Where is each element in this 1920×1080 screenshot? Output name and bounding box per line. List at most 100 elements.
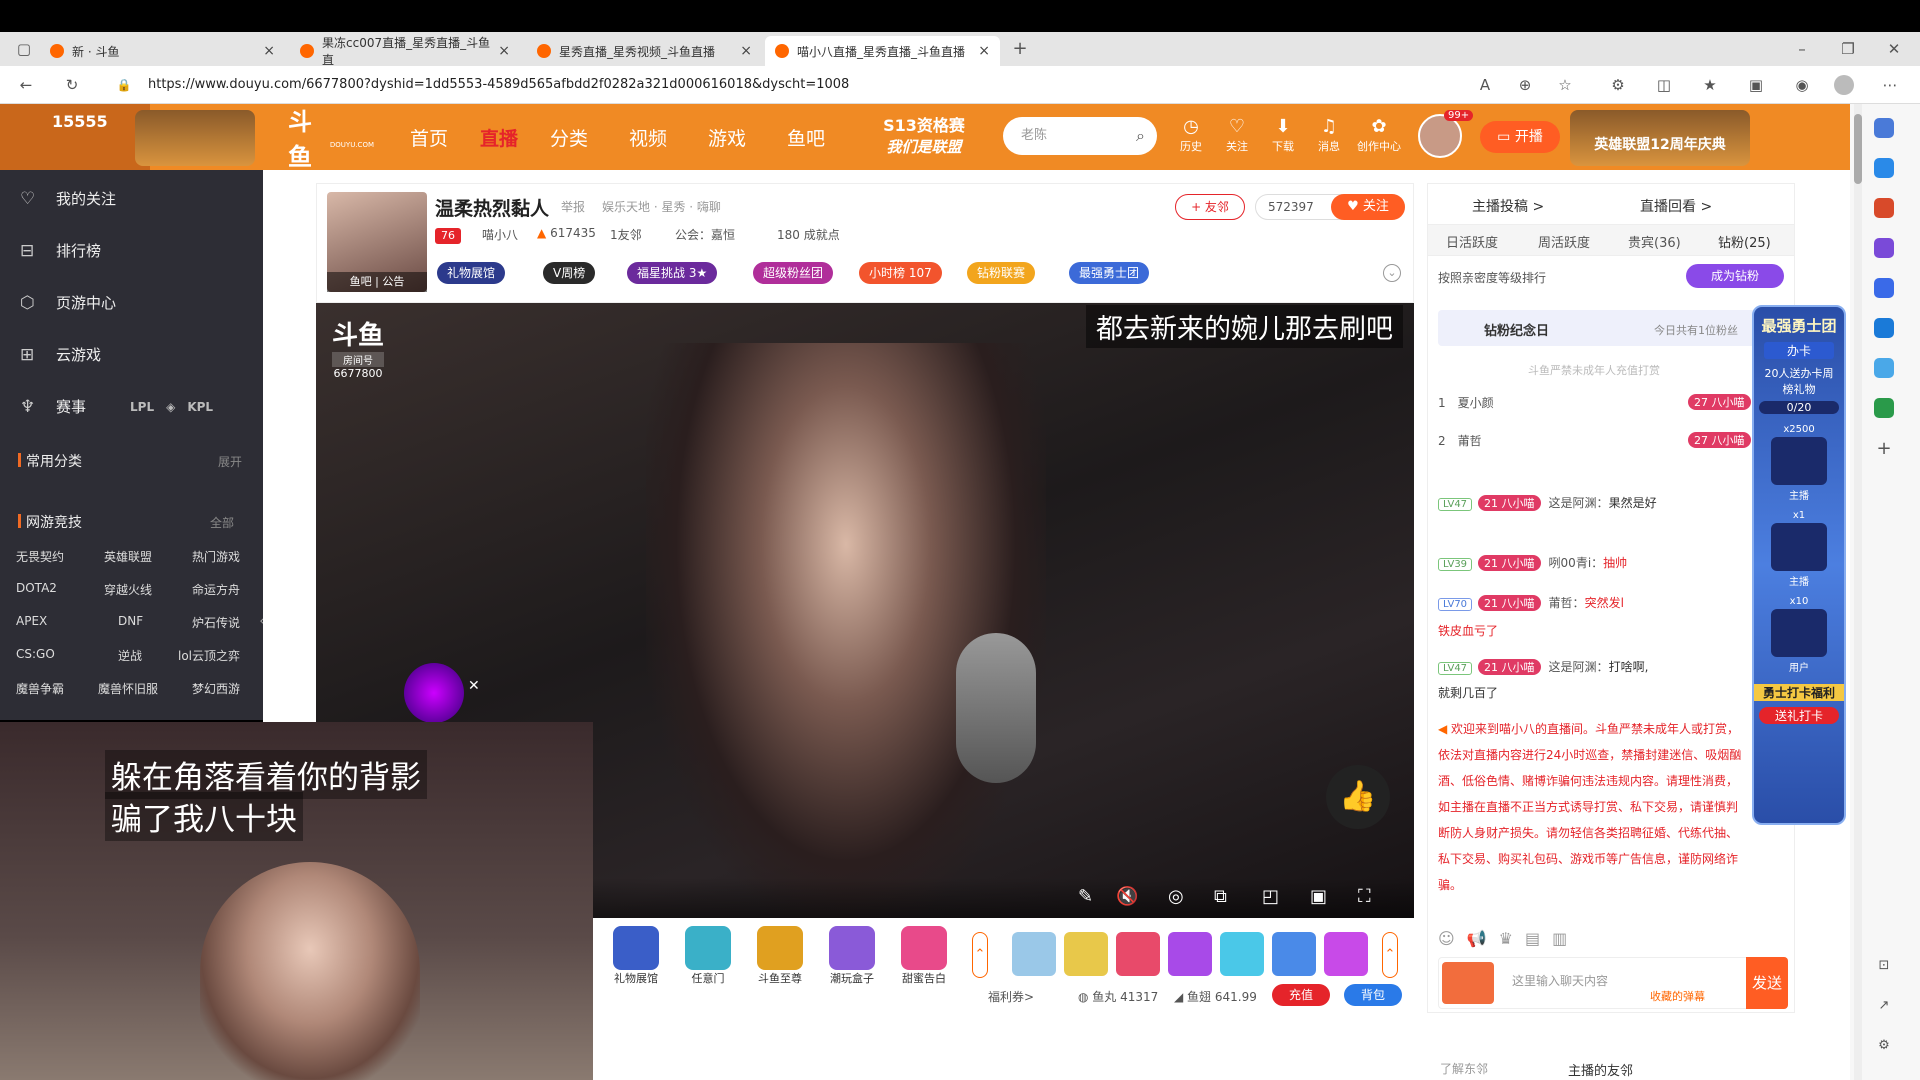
s13-qualifier-banner[interactable]: S13资格赛 我们是联盟 [864, 112, 984, 162]
settings-gear-icon[interactable]: ⚙ [1874, 1038, 1894, 1058]
game-link[interactable]: 穿越火线 [104, 581, 152, 598]
noble-icon[interactable]: ♛ [1499, 929, 1513, 953]
mute-icon[interactable]: 🔇 [1116, 886, 1138, 907]
game-link[interactable]: 英雄联盟 [104, 548, 152, 565]
widescreen-icon[interactable]: ◰ [1262, 886, 1279, 907]
gift-slot[interactable] [1272, 932, 1316, 976]
search-input[interactable]: 老陈 ⌕ [1003, 117, 1157, 155]
send-button[interactable]: 发送 [1746, 957, 1788, 1009]
game-link[interactable]: APEX [16, 614, 47, 628]
close-icon[interactable]: × [263, 43, 275, 59]
follow-button[interactable]: ♡ 关注 [1220, 116, 1254, 154]
toolbox-icon[interactable] [1874, 198, 1894, 218]
badge-lucky-challenge[interactable]: 福星挑战 3★ [627, 262, 718, 284]
game-link[interactable]: 炉石传说 [192, 614, 240, 631]
emoji-icon[interactable]: ☺ [1438, 929, 1455, 953]
send-checkin-button[interactable]: 送礼打卡 [1759, 707, 1839, 724]
badge-vweek[interactable]: V周榜 [543, 262, 596, 284]
go-live-button[interactable]: ▭ 开播 [1480, 121, 1560, 153]
submissions-tab[interactable]: 主播投稿 > [1472, 196, 1544, 216]
achievement-points[interactable]: 180 成就点 [777, 226, 840, 243]
game-link[interactable]: 无畏契约 [16, 548, 64, 565]
chat-message[interactable]: LV47 21 八小喵 这是阿渊：打啥啊, [1438, 658, 1648, 675]
nav-home[interactable]: 首页 [410, 124, 448, 151]
favorites-icon[interactable]: ★ [1700, 75, 1720, 95]
all-games-link[interactable]: 全部 [210, 514, 234, 531]
new-tab-icon[interactable]: + [1010, 39, 1030, 59]
game-link[interactable]: 热门游戏 [192, 548, 240, 565]
page-scrollbar[interactable] [1854, 104, 1862, 1080]
gift-slot[interactable] [1116, 932, 1160, 976]
become-diamond-button[interactable]: 成为钻粉 [1686, 264, 1784, 288]
zoom-icon[interactable]: ⊕ [1515, 75, 1535, 95]
gift-item[interactable]: 礼物展馆 [606, 926, 666, 986]
card-icon[interactable]: ▥ [1552, 929, 1567, 953]
favorite-star-icon[interactable]: ☆ [1555, 75, 1575, 95]
restore-icon[interactable]: ❐ [1838, 39, 1858, 59]
game-link[interactable]: 逆战 [118, 647, 142, 664]
more-menu-icon[interactable]: ⋯ [1880, 75, 1900, 95]
game-link[interactable]: 魔兽怀旧服 [98, 680, 158, 697]
chevron-up-icon[interactable]: ⌃ [972, 932, 988, 978]
game-link[interactable]: 梦幻西游 [192, 680, 240, 697]
edit-icon[interactable]: ✎ [1078, 886, 1093, 907]
gift-slot[interactable] [1324, 932, 1368, 976]
chevron-down-icon[interactable]: ⌄ [1383, 264, 1401, 282]
chevron-up-icon[interactable]: ⌃ [1382, 932, 1398, 978]
collections-icon[interactable]: ▣ [1746, 75, 1766, 95]
backpack-button[interactable]: 背包 [1344, 984, 1402, 1006]
chat-message-continued[interactable]: 就剩几百了 [1438, 684, 1498, 701]
badge-super-fans[interactable]: 超级粉丝团 [753, 262, 834, 284]
badge-diamond-league[interactable]: 钻粉联赛 [967, 262, 1036, 284]
report-link[interactable]: 举报 [561, 198, 585, 215]
history-button[interactable]: ◷ 历史 [1174, 116, 1208, 154]
nav-video[interactable]: 视频 [629, 124, 667, 151]
tab-diamond[interactable]: 钻粉(25) [1718, 232, 1771, 251]
close-icon[interactable]: × [498, 43, 510, 59]
creator-center-button[interactable]: ✿ 创作中心 [1354, 116, 1404, 154]
gift-item[interactable]: 甜蜜告白 [894, 926, 954, 986]
profile-avatar-icon[interactable] [1834, 75, 1854, 95]
welfare-link[interactable]: 福利券> [988, 988, 1034, 1005]
gift-item[interactable]: 潮玩盒子 [822, 926, 882, 986]
browser-tab[interactable]: 新 · 斗鱼 × [40, 36, 285, 66]
close-icon[interactable]: ✕ [468, 678, 480, 694]
game-link[interactable]: lol云顶之弈 [178, 647, 240, 664]
close-icon[interactable]: × [740, 43, 752, 59]
tab-daily[interactable]: 日活跃度 [1446, 232, 1498, 251]
performance-icon[interactable]: ◉ [1792, 75, 1812, 95]
floating-gift-orb[interactable] [404, 663, 464, 723]
user-icon[interactable] [1874, 238, 1894, 258]
split-screen-icon[interactable]: ◫ [1654, 75, 1674, 95]
chat-message[interactable]: LV70 21 八小喵 莆哲：突然发l [1438, 594, 1624, 611]
gift-slot[interactable] [1012, 932, 1056, 976]
badge-gift-hall[interactable]: 礼物展馆 [437, 262, 506, 284]
lol-anniversary-banner[interactable]: 英雄联盟12周年庆典 [1570, 110, 1750, 166]
pip-icon[interactable]: ⧉ [1214, 886, 1227, 907]
esports-logos[interactable]: LPL ◈ KPL [130, 394, 240, 420]
nav-games[interactable]: 游戏 [708, 124, 746, 151]
read-aloud-icon[interactable]: A [1475, 75, 1495, 95]
fans-icon[interactable]: ▤ [1525, 929, 1540, 953]
minimize-icon[interactable]: – [1792, 39, 1812, 59]
breadcrumb[interactable]: 娱乐天地 · 星秀 · 嗨聊 [602, 198, 721, 215]
danmaku-icon[interactable]: ◎ [1168, 886, 1184, 907]
screenshot-icon[interactable]: ⊡ [1874, 958, 1894, 978]
message-button[interactable]: ♫ 消息 [1312, 116, 1346, 154]
collected-danmaku-button[interactable]: 收藏的弹幕 [1650, 988, 1705, 1004]
browser-tab[interactable]: 果冻cc007直播_星秀直播_斗鱼直 × [290, 36, 520, 67]
guild-info[interactable]: 公会：嘉恒 [675, 226, 735, 243]
sidebar-item-events[interactable]: ♆ 赛事 [20, 396, 86, 417]
horn-icon[interactable]: 📢 [1467, 929, 1487, 953]
rank-row[interactable]: 2 莆哲 [1438, 432, 1482, 449]
add-icon[interactable]: + [1874, 438, 1894, 459]
browser-tab[interactable]: 星秀直播_星秀视频_斗鱼直播 × [527, 36, 762, 66]
badge-warrior-team[interactable]: 最强勇士团 [1069, 262, 1150, 284]
scrollbar-thumb[interactable] [1854, 114, 1862, 184]
search-icon[interactable] [1874, 118, 1894, 138]
follow-button[interactable]: ♥ 关注 [1331, 194, 1405, 220]
close-window-icon[interactable]: ✕ [1884, 39, 1904, 59]
url-field[interactable]: https://www.douyu.com/6677800?dyshid=1dd… [148, 73, 1488, 97]
xsm-badge[interactable] [1442, 962, 1494, 1004]
copilot-icon[interactable] [1874, 278, 1894, 298]
